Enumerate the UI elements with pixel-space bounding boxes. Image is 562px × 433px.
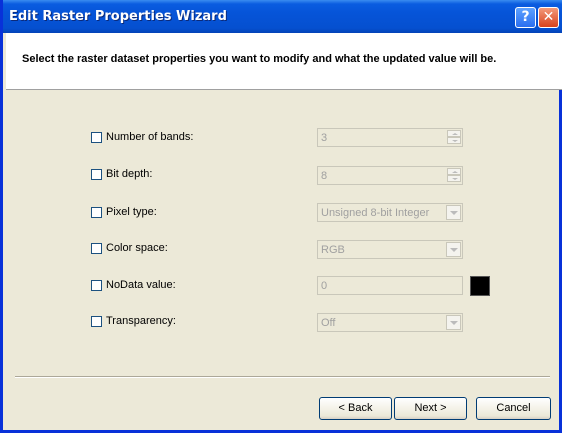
instruction-text: Select the raster dataset properties you… bbox=[22, 53, 497, 65]
chevron-down-icon[interactable] bbox=[446, 205, 461, 220]
close-button[interactable]: ✕ bbox=[538, 7, 559, 28]
bit-depth-label: Bit depth: bbox=[106, 168, 153, 180]
nodata-value-value: 0 bbox=[321, 280, 328, 292]
nodata-value-checkbox[interactable] bbox=[91, 280, 102, 291]
title-bar[interactable]: Edit Raster Properties Wizard ? ✕ bbox=[3, 0, 562, 33]
bit-depth-value: 8 bbox=[321, 170, 328, 182]
spin-up-icon[interactable] bbox=[447, 130, 461, 137]
pixel-type-dropdown[interactable]: Unsigned 8-bit Integer bbox=[317, 203, 463, 222]
bit-depth-spin-buttons[interactable] bbox=[447, 168, 461, 183]
button-divider bbox=[15, 376, 550, 378]
next-button[interactable]: Next > bbox=[394, 397, 467, 420]
number-of-bands-checkbox[interactable] bbox=[91, 132, 102, 143]
color-space-label: Color space: bbox=[106, 242, 168, 254]
number-of-bands-spin-buttons[interactable] bbox=[447, 130, 461, 145]
chevron-down-icon[interactable] bbox=[446, 315, 461, 330]
window-title: Edit Raster Properties Wizard bbox=[9, 9, 227, 24]
help-button[interactable]: ? bbox=[515, 7, 536, 28]
number-of-bands-spinner[interactable]: 3 bbox=[317, 128, 463, 147]
cancel-button[interactable]: Cancel bbox=[476, 397, 551, 420]
color-space-dropdown[interactable]: RGB bbox=[317, 240, 463, 259]
spin-down-icon[interactable] bbox=[447, 175, 461, 182]
transparency-label: Transparency: bbox=[106, 315, 176, 327]
chevron-down-icon[interactable] bbox=[446, 242, 461, 257]
header-panel: Select the raster dataset properties you… bbox=[6, 33, 562, 90]
wizard-window: Edit Raster Properties Wizard ? ✕ Select… bbox=[0, 0, 562, 433]
back-button[interactable]: < Back bbox=[319, 397, 392, 420]
color-space-value: RGB bbox=[321, 244, 345, 256]
bit-depth-spinner[interactable]: 8 bbox=[317, 166, 463, 185]
spin-down-icon[interactable] bbox=[447, 137, 461, 144]
transparency-dropdown[interactable]: Off bbox=[317, 313, 463, 332]
nodata-color-swatch[interactable] bbox=[470, 276, 490, 296]
color-space-checkbox[interactable] bbox=[91, 243, 102, 254]
spin-up-icon[interactable] bbox=[447, 168, 461, 175]
pixel-type-checkbox[interactable] bbox=[91, 207, 102, 218]
number-of-bands-value: 3 bbox=[321, 132, 328, 144]
transparency-checkbox[interactable] bbox=[91, 316, 102, 327]
help-icon: ? bbox=[521, 9, 530, 25]
number-of-bands-label: Number of bands: bbox=[106, 131, 194, 143]
pixel-type-value: Unsigned 8-bit Integer bbox=[321, 207, 430, 219]
pixel-type-label: Pixel type: bbox=[106, 206, 157, 218]
nodata-value-label: NoData value: bbox=[106, 279, 176, 291]
transparency-value: Off bbox=[321, 317, 336, 329]
bit-depth-checkbox[interactable] bbox=[91, 169, 102, 180]
close-icon: ✕ bbox=[542, 9, 555, 25]
nodata-value-textbox[interactable]: 0 bbox=[317, 276, 463, 295]
